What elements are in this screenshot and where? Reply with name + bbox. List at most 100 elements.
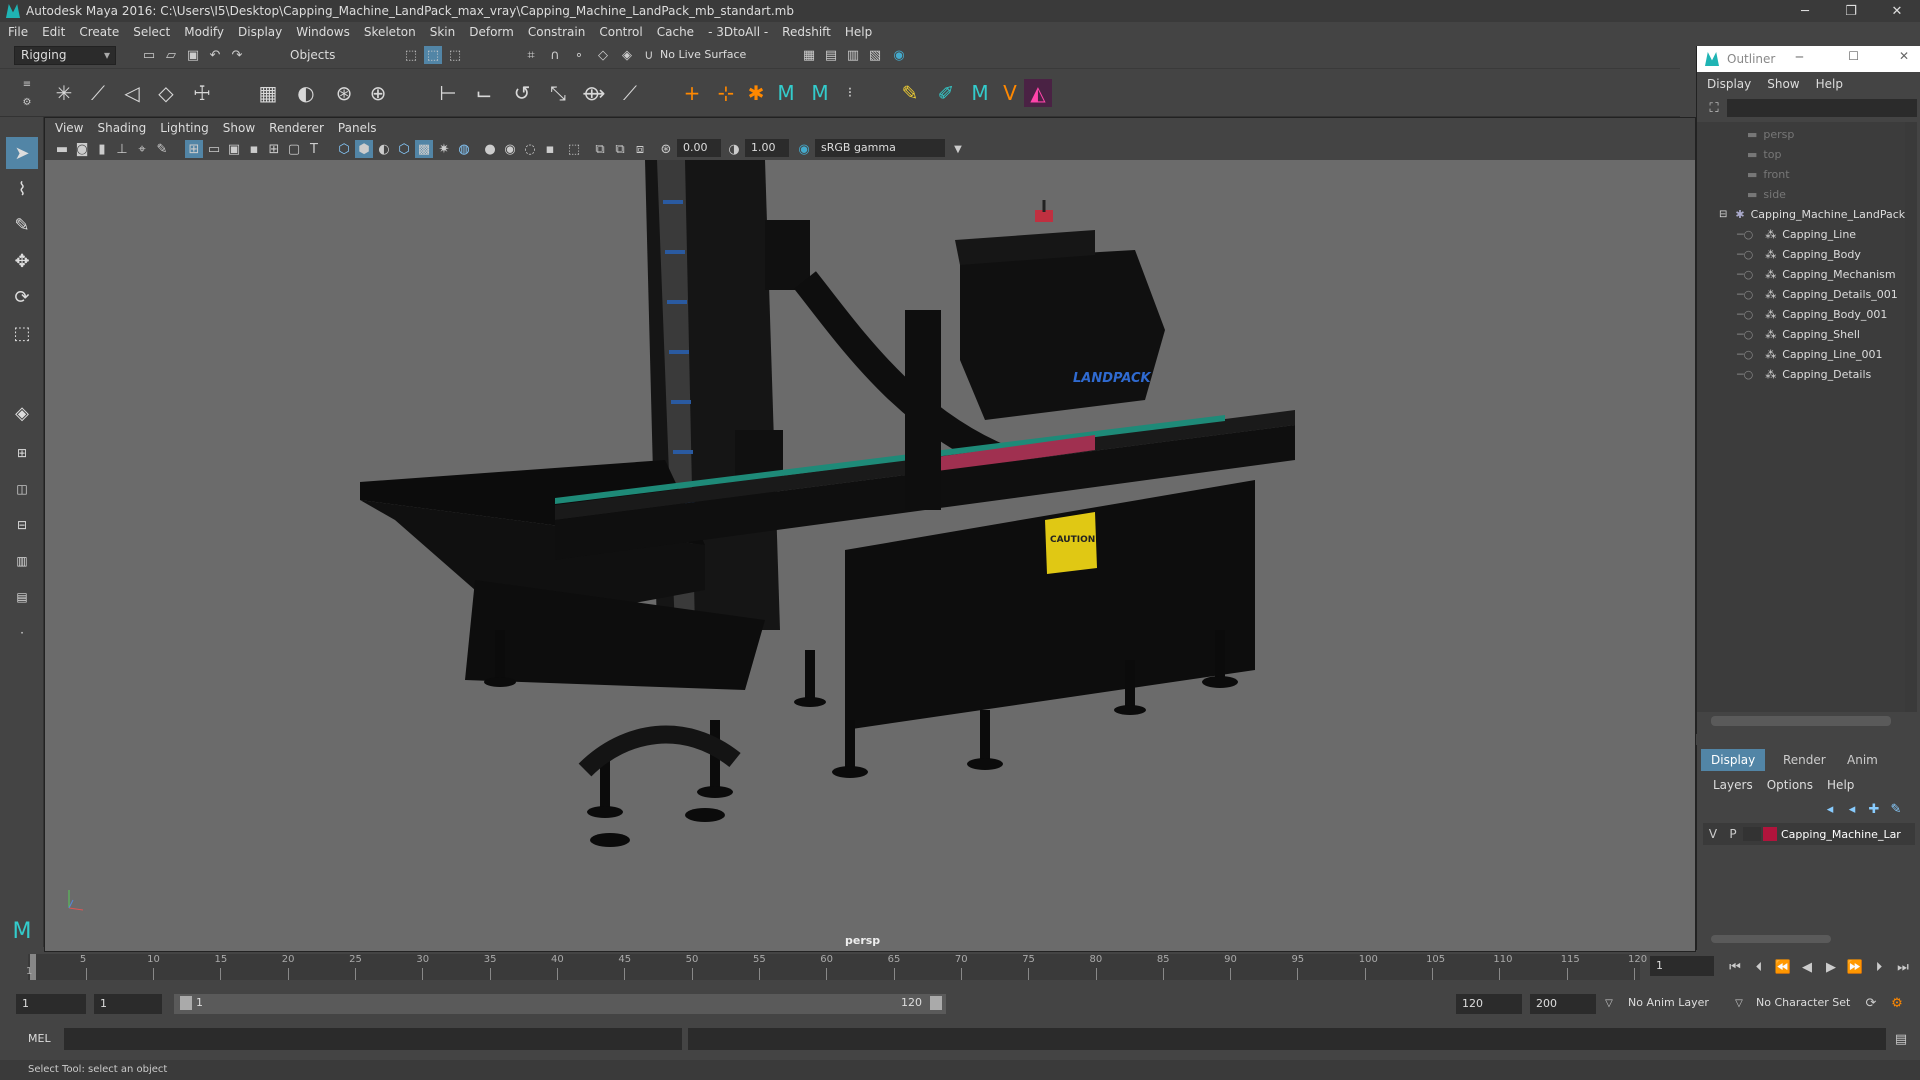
range-bar[interactable]: 1 120 xyxy=(174,994,946,1014)
step-forward-frame-icon[interactable]: ⏵ xyxy=(1870,958,1888,976)
time-slider[interactable]: 1510152025303540455055606570758085909510… xyxy=(0,952,1920,982)
custom-layout-icon[interactable]: · xyxy=(6,617,38,649)
outliner-horizontal-scrollbar[interactable] xyxy=(1711,716,1891,726)
outliner-menu-show[interactable]: Show xyxy=(1767,77,1799,91)
bookmark-icon[interactable]: ▮ xyxy=(93,140,111,158)
layer-visibility-toggle[interactable]: V xyxy=(1703,827,1723,841)
persp-outliner-layout-icon[interactable]: ◫ xyxy=(6,473,38,505)
menu-create[interactable]: Create xyxy=(79,25,119,39)
ik-spline-icon[interactable]: ◁ xyxy=(118,79,146,107)
paint-weights-icon[interactable]: ✎ xyxy=(896,79,924,107)
color-management-icon[interactable]: ◉ xyxy=(795,140,813,158)
exposure-field[interactable]: 0.00 xyxy=(677,139,721,157)
menu-help[interactable]: Help xyxy=(845,25,872,39)
menu-display[interactable]: Display xyxy=(238,25,282,39)
joint-tool-icon[interactable]: ✳ xyxy=(50,79,78,107)
panel-menu-show[interactable]: Show xyxy=(223,121,255,135)
step-forward-key-icon[interactable]: ⏩ xyxy=(1846,958,1864,976)
persp-graph-layout-icon[interactable]: ⊟ xyxy=(6,509,38,541)
outliner-item-child[interactable]: ─○ ⁂ Capping_Details xyxy=(1737,364,1920,384)
outliner-item-child[interactable]: ─○ ⁂ Capping_Shell xyxy=(1737,324,1920,344)
layer-type-toggle[interactable] xyxy=(1743,827,1761,841)
go-to-end-icon[interactable]: ⏭ xyxy=(1894,958,1912,976)
open-scene-icon[interactable]: ▱ xyxy=(162,46,180,64)
snap-point-icon[interactable]: ∘ xyxy=(570,46,588,64)
wireframe-icon[interactable]: ⬡ xyxy=(335,140,353,158)
smooth-shade-icon[interactable]: ⬢ xyxy=(355,140,373,158)
menu-skeleton[interactable]: Skeleton xyxy=(364,25,416,39)
layer-tab-display[interactable]: Display xyxy=(1701,749,1766,771)
maya-logo-2-icon[interactable]: M xyxy=(806,79,834,107)
minimize-button[interactable]: ─ xyxy=(1782,0,1828,22)
panel-menu-view[interactable]: View xyxy=(55,121,83,135)
menu-edit[interactable]: Edit xyxy=(42,25,65,39)
safe-action-icon[interactable]: ▢ xyxy=(285,140,303,158)
animation-preferences-icon[interactable]: ⚙ xyxy=(1888,994,1906,1012)
brush-icon[interactable]: ✐ xyxy=(932,79,960,107)
scene-start-field[interactable]: 1 xyxy=(16,994,86,1014)
layer-horizontal-scrollbar[interactable] xyxy=(1711,935,1831,943)
outliner-maximize-button[interactable]: ☐ xyxy=(1848,49,1859,63)
current-frame-field[interactable]: 1 xyxy=(1650,956,1714,976)
ik-fk-icon[interactable]: ⊹ xyxy=(712,79,740,107)
outliner-item-front[interactable]: ▬ front xyxy=(1747,164,1920,184)
scene-end-field[interactable]: 200 xyxy=(1530,994,1596,1014)
bind-skin-icon[interactable]: ▦ xyxy=(254,79,282,107)
move-layer-down-icon[interactable]: ◂ xyxy=(1843,800,1861,818)
panel-menu-shading[interactable]: Shading xyxy=(97,121,146,135)
safe-title-icon[interactable]: T xyxy=(305,140,323,158)
lasso-tool-icon[interactable]: ⌇ xyxy=(6,173,38,205)
layer-menu-layers[interactable]: Layers xyxy=(1713,778,1753,792)
menu-skin[interactable]: Skin xyxy=(430,25,456,39)
auto-key-icon[interactable]: ⟳ xyxy=(1862,994,1880,1012)
snap-view-icon[interactable]: ◇ xyxy=(594,46,612,64)
resolution-gate-icon[interactable]: ▣ xyxy=(225,140,243,158)
panel-menu-lighting[interactable]: Lighting xyxy=(160,121,209,135)
paint-select-icon[interactable]: ✎ xyxy=(6,209,38,241)
use-all-lights-icon[interactable]: ✷ xyxy=(435,140,453,158)
layer-name[interactable]: Capping_Machine_Lar xyxy=(1781,828,1911,841)
layer-row[interactable]: V P Capping_Machine_Lar xyxy=(1703,823,1915,845)
rotate-tool-icon[interactable]: ⟳ xyxy=(6,281,38,313)
film-gate-icon[interactable]: ▭ xyxy=(205,140,223,158)
ipr-render-icon[interactable]: ▥ xyxy=(844,46,862,64)
ik-handle-icon[interactable]: ⟋ xyxy=(84,79,112,107)
menu-file[interactable]: File xyxy=(8,25,28,39)
menu-control[interactable]: Control xyxy=(599,25,642,39)
insert-joint-icon[interactable]: ◇ xyxy=(152,79,180,107)
cluster-icon[interactable]: ⊕ xyxy=(364,79,392,107)
range-start-handle[interactable] xyxy=(180,996,192,1010)
orient-constraint-icon[interactable]: ↺ xyxy=(508,79,536,107)
panel-menu-renderer[interactable]: Renderer xyxy=(269,121,324,135)
render-settings-icon[interactable]: ▧ xyxy=(866,46,884,64)
grease-pencil-icon[interactable]: ✎ xyxy=(153,140,171,158)
snap-curve-icon[interactable]: ∩ xyxy=(546,46,564,64)
layer-menu-options[interactable]: Options xyxy=(1767,778,1813,792)
four-view-layout-icon[interactable]: ⊞ xyxy=(6,437,38,469)
hypershade-layout-icon[interactable]: ▤ xyxy=(6,581,38,613)
shelf-menu-icon[interactable]: ≡ xyxy=(18,75,36,93)
time-ruler[interactable]: 1510152025303540455055606570758085909510… xyxy=(26,954,1647,980)
shelf-settings-icon[interactable]: ⚙ xyxy=(18,93,36,111)
dots-icon[interactable]: ⁝ xyxy=(836,79,864,107)
live-surface-label[interactable]: No Live Surface xyxy=(660,48,746,61)
snap-surface-icon[interactable]: ◈ xyxy=(618,46,636,64)
shadows-icon[interactable]: ◍ xyxy=(455,140,473,158)
select-object-icon[interactable]: ⬚ xyxy=(424,46,442,64)
outliner-menu-display[interactable]: Display xyxy=(1707,77,1751,91)
play-backwards-icon[interactable]: ◀ xyxy=(1798,958,1816,976)
hypershade-icon[interactable]: ◉ xyxy=(890,46,908,64)
lattice-icon[interactable]: ⊛ xyxy=(330,79,358,107)
outliner-item-child[interactable]: ─○ ⁂ Capping_Line xyxy=(1737,224,1920,244)
xray-components-icon[interactable]: ⧈ xyxy=(631,140,649,158)
gamma-field[interactable]: 1.00 xyxy=(745,139,789,157)
go-to-start-icon[interactable]: ⏮ xyxy=(1726,958,1744,976)
motion-blur-icon[interactable]: ◉ xyxy=(501,140,519,158)
camera-attributes-icon[interactable]: ▬ xyxy=(53,140,71,158)
gate-mask-icon[interactable]: ▪ xyxy=(245,140,263,158)
chevron-down-icon[interactable]: ▽ xyxy=(1600,994,1618,1012)
outliner-item-child[interactable]: ─○ ⁂ Capping_Body_001 xyxy=(1737,304,1920,324)
single-perspective-layout-icon[interactable]: ◈ xyxy=(6,397,38,429)
command-input[interactable] xyxy=(64,1028,682,1050)
script-editor-icon[interactable]: ▤ xyxy=(1892,1030,1910,1048)
